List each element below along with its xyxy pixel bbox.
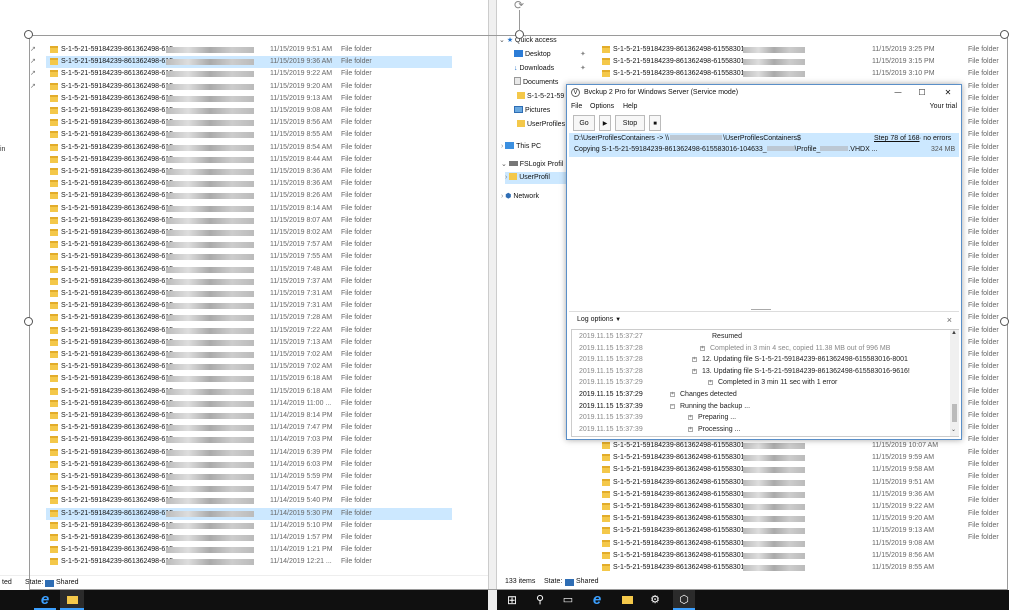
scroll-down-icon[interactable]: ⌄ [951,426,956,433]
dialog-toolbar: Go ▶ Stop ■ [569,114,959,132]
log-timestamp: 2019.11.15 15:37:28 [579,356,643,364]
resize-handle-mid-right[interactable] [1000,317,1009,326]
go-button[interactable]: Go [573,115,595,131]
file-explorer-taskbar-icon[interactable] [617,590,637,610]
bvckup-taskbar-icon[interactable]: ⬡ [673,590,695,610]
log-options-dropdown[interactable]: Log options ▼ [577,312,621,328]
log-entry[interactable]: 2019.11.15 15:37:29 + Completed in 3 min 1… [572,377,950,388]
log-message: Processing ... [698,425,741,433]
close-log-button[interactable]: × [947,312,952,328]
bvckup-dialog: V Bvckup 2 Pro for Windows Server (Servi… [566,84,962,440]
log-message: 13. Updating file S-1-5-21-59184239-8613… [702,367,910,375]
rotate-handle-icon[interactable]: ⟳ [510,0,528,11]
job-path: D:\UserProfilesContainers -> \\ \UserProf… [574,135,801,142]
close-button[interactable]: ✕ [942,85,954,101]
rotate-handle-line [519,10,520,31]
menu-trial[interactable]: Your trial [930,101,957,113]
log-message: Running the backup ... [680,402,751,410]
left-taskbar: e [0,590,488,610]
log-message: 12. Updating file S-1-5-21-59184239-8613… [702,356,908,364]
expand-icon[interactable]: + [700,345,705,351]
collapse-icon[interactable]: − [670,403,675,409]
log-entry[interactable]: 2019.11.15 15:37:27 Resumed [572,331,950,342]
task-view-icon[interactable]: ▭ [559,590,577,610]
expand-icon[interactable]: + [670,392,675,397]
minimize-button[interactable]: — [892,85,904,101]
job-copying: Copying S-1-5-21-59184239-861362498-6155… [574,146,878,153]
log-entry[interactable]: 2019.11.15 15:37:39 + Processing ... [572,424,950,435]
stop-icon[interactable]: ■ [649,115,661,131]
resize-handle-top-mid[interactable] [515,30,524,39]
log-entry[interactable]: 2019.11.15 15:37:29 + Changes detected [572,389,950,400]
log-message: Changes detected [680,391,737,398]
resize-handle-top-right[interactable] [1000,30,1009,39]
settings-icon[interactable]: ⚙ [645,590,665,610]
log-entry[interactable]: 2019.11.15 15:37:28 +12. Updating file S-… [572,354,950,365]
dialog-menubar: File Options Help Your trial [567,101,961,113]
log-entry[interactable]: 2019.11.15 15:37:28 + Completed in 3 min 4… [572,343,950,354]
expand-icon[interactable]: + [688,415,693,421]
scroll-up-icon[interactable]: ▲ [951,330,957,336]
log-timestamp: 2019.11.15 15:37:28 [579,367,643,375]
stop-button[interactable]: Stop [615,115,645,131]
log-timestamp: 2019.11.15 15:37:29 [579,391,643,398]
log-timestamp: 2019.11.15 15:37:27 [579,333,643,340]
search-icon[interactable]: ⚲ [531,590,549,610]
left-nav-fragment: in [0,146,6,153]
job-step: Step 78 of 168 [874,135,920,142]
log-timestamp: 2019.11.15 15:37:39 [579,425,643,433]
log-entry[interactable]: 2019.11.15 15:37:39 − Running the backup .… [572,401,950,412]
log-timestamp: 2019.11.15 15:37:29 [579,379,643,387]
job-status: · no errors [919,135,952,142]
resize-handle-top-left[interactable] [24,30,33,39]
right-taskbar: ⊞ ⚲ ▭ e ⚙ ⬡ [497,590,1009,610]
maximize-button[interactable]: ☐ [916,85,928,101]
dialog-title: Bvckup 2 Pro for Windows Server (Service… [584,89,739,96]
menu-options[interactable]: Options [590,101,614,113]
ie-icon[interactable]: e [34,590,56,610]
log-message: Resumed [712,333,742,340]
ie-icon[interactable]: e [587,590,607,610]
log-panel: 2019.11.15 15:37:27 Resumed 2019.11.15 15:… [571,329,959,437]
left-status-items: ted [2,579,12,586]
log-scrollbar[interactable]: ▲ ⌄ [950,330,959,436]
log-message: Completed in 3 min 4 sec, copied 11.38 M… [710,344,891,352]
file-explorer-taskbar-icon[interactable] [60,590,84,610]
taskbar-gap [488,590,497,610]
scroll-thumb[interactable] [952,404,957,422]
splitter-grip[interactable] [751,309,771,310]
expand-icon[interactable]: + [692,357,697,363]
menu-help[interactable]: Help [623,101,637,113]
log-timestamp: 2019.11.15 15:37:28 [579,344,643,352]
bvckup-app-icon: V [571,88,580,97]
log-message: Completed in 3 min 11 sec with 1 error [718,379,838,387]
log-entry[interactable]: 2019.11.15 15:37:28 +13. Updating file S-… [572,366,950,377]
menu-file[interactable]: File [571,101,582,113]
log-message: Preparing ... [698,414,737,422]
job-row[interactable]: D:\UserProfilesContainers -> \\ \UserProf… [569,133,959,157]
log-entry[interactable]: 2019.11.15 15:37:39 + Preparing ... [572,412,950,423]
resize-handle-mid-left[interactable] [24,317,33,326]
dialog-titlebar[interactable]: V Bvckup 2 Pro for Windows Server (Servi… [567,85,961,101]
log-timestamp: 2019.11.15 15:37:39 [579,414,643,422]
play-icon[interactable]: ▶ [599,115,611,131]
job-size: 324 MB [931,146,956,153]
log-timestamp: 2019.11.15 15:37:39 [579,402,643,410]
windows-start-icon[interactable]: ⊞ [503,590,521,610]
log-options-bar: Log options ▼ × [569,311,959,327]
chevron-down-icon: ▼ [615,317,622,323]
expand-icon[interactable]: + [688,426,693,432]
expand-icon[interactable]: + [692,368,697,374]
expand-icon[interactable]: + [708,380,713,386]
